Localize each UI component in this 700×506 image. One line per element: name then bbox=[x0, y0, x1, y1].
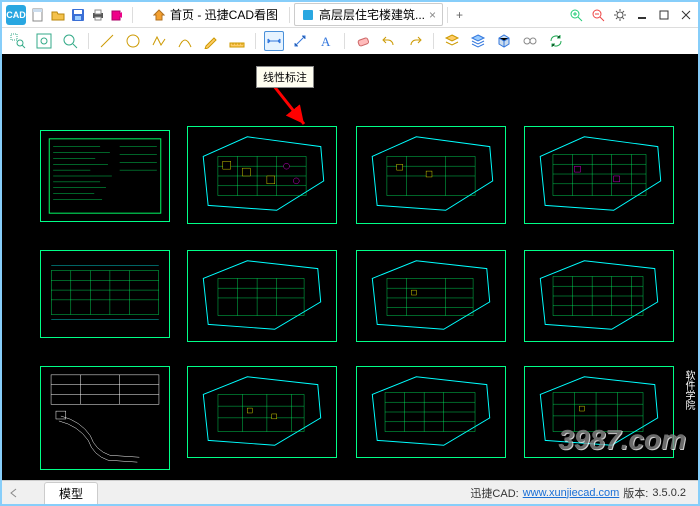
new-tab-button[interactable]: + bbox=[452, 8, 467, 22]
status-bar: 模型 迅捷CAD: www.xunjiecad.com 版本: 3.5.0.2 bbox=[2, 480, 698, 504]
divider bbox=[344, 33, 345, 49]
status-brand: 迅捷CAD: bbox=[470, 485, 518, 501]
tab-label: 首页 - 迅捷CAD看图 bbox=[170, 6, 278, 23]
drawing-thumbnail[interactable] bbox=[40, 250, 170, 338]
text-icon[interactable]: A bbox=[316, 31, 336, 51]
svg-text:A: A bbox=[321, 34, 331, 49]
erase-icon[interactable] bbox=[353, 31, 373, 51]
zoom-extents-icon[interactable] bbox=[34, 31, 54, 51]
divider bbox=[289, 7, 290, 23]
refresh-icon[interactable] bbox=[546, 31, 566, 51]
divider bbox=[433, 33, 434, 49]
tooltip: 线性标注 bbox=[256, 66, 314, 88]
drawing-thumbnail[interactable] bbox=[524, 250, 674, 342]
layer-icon[interactable] bbox=[442, 31, 462, 51]
divider bbox=[88, 33, 89, 49]
line-icon[interactable] bbox=[97, 31, 117, 51]
tab-document[interactable]: 高层层住宅楼建筑... × bbox=[294, 3, 443, 26]
open-folder-icon[interactable] bbox=[50, 7, 66, 23]
print-icon[interactable] bbox=[90, 7, 106, 23]
close-button[interactable] bbox=[678, 7, 694, 23]
linear-dimension-button[interactable] bbox=[264, 31, 284, 51]
arc-icon[interactable] bbox=[175, 31, 195, 51]
divider bbox=[447, 7, 448, 23]
zoom-out-icon[interactable] bbox=[590, 7, 606, 23]
drawing-canvas[interactable]: 线性标注 软件学院 3987.com bbox=[2, 54, 698, 480]
link-icon[interactable] bbox=[520, 31, 540, 51]
divider bbox=[132, 7, 133, 23]
doc-icon bbox=[301, 8, 315, 22]
tab-label: 高层层住宅楼建筑... bbox=[319, 6, 425, 23]
save-icon[interactable] bbox=[70, 7, 86, 23]
drawing-thumbnail[interactable] bbox=[524, 126, 674, 224]
status-version-label: 版本: bbox=[623, 485, 648, 501]
drawing-thumbnail[interactable] bbox=[187, 126, 337, 224]
circle-icon[interactable] bbox=[123, 31, 143, 51]
watermark: 3987.com bbox=[558, 424, 686, 456]
drawing-thumbnail[interactable] bbox=[40, 366, 170, 470]
divider bbox=[255, 33, 256, 49]
maximize-button[interactable] bbox=[656, 7, 672, 23]
drawing-thumbnail[interactable] bbox=[40, 130, 170, 222]
close-icon[interactable]: × bbox=[429, 8, 436, 22]
aligned-dimension-icon[interactable] bbox=[290, 31, 310, 51]
drawing-thumbnail[interactable] bbox=[356, 126, 506, 224]
export-icon[interactable] bbox=[110, 7, 126, 23]
minimize-button[interactable] bbox=[634, 7, 650, 23]
zoom-window-icon[interactable] bbox=[8, 31, 28, 51]
ruler-icon[interactable] bbox=[227, 31, 247, 51]
layer-manager-icon[interactable] bbox=[468, 31, 488, 51]
status-version: 3.5.0.2 bbox=[652, 487, 686, 499]
zoom-in-icon[interactable] bbox=[568, 7, 584, 23]
drawing-thumbnail[interactable] bbox=[187, 366, 337, 458]
polyline-icon[interactable] bbox=[149, 31, 169, 51]
settings-icon[interactable] bbox=[612, 7, 628, 23]
side-watermark: 软件学院 bbox=[680, 364, 698, 416]
zoom-icon[interactable] bbox=[60, 31, 80, 51]
model-tab[interactable]: 模型 bbox=[44, 482, 98, 504]
block-icon[interactable] bbox=[494, 31, 514, 51]
undo-icon[interactable] bbox=[379, 31, 399, 51]
new-file-icon[interactable] bbox=[30, 7, 46, 23]
edit-icon[interactable] bbox=[201, 31, 221, 51]
nav-left-icon[interactable] bbox=[8, 487, 20, 499]
drawing-thumbnail[interactable] bbox=[356, 366, 506, 458]
home-icon bbox=[152, 8, 166, 22]
tab-home[interactable]: 首页 - 迅捷CAD看图 bbox=[145, 3, 285, 26]
redo-icon[interactable] bbox=[405, 31, 425, 51]
app-icon: CAD bbox=[6, 5, 26, 25]
drawing-thumbnail[interactable] bbox=[187, 250, 337, 342]
status-url-link[interactable]: www.xunjiecad.com bbox=[523, 487, 620, 499]
drawing-thumbnail[interactable] bbox=[356, 250, 506, 342]
